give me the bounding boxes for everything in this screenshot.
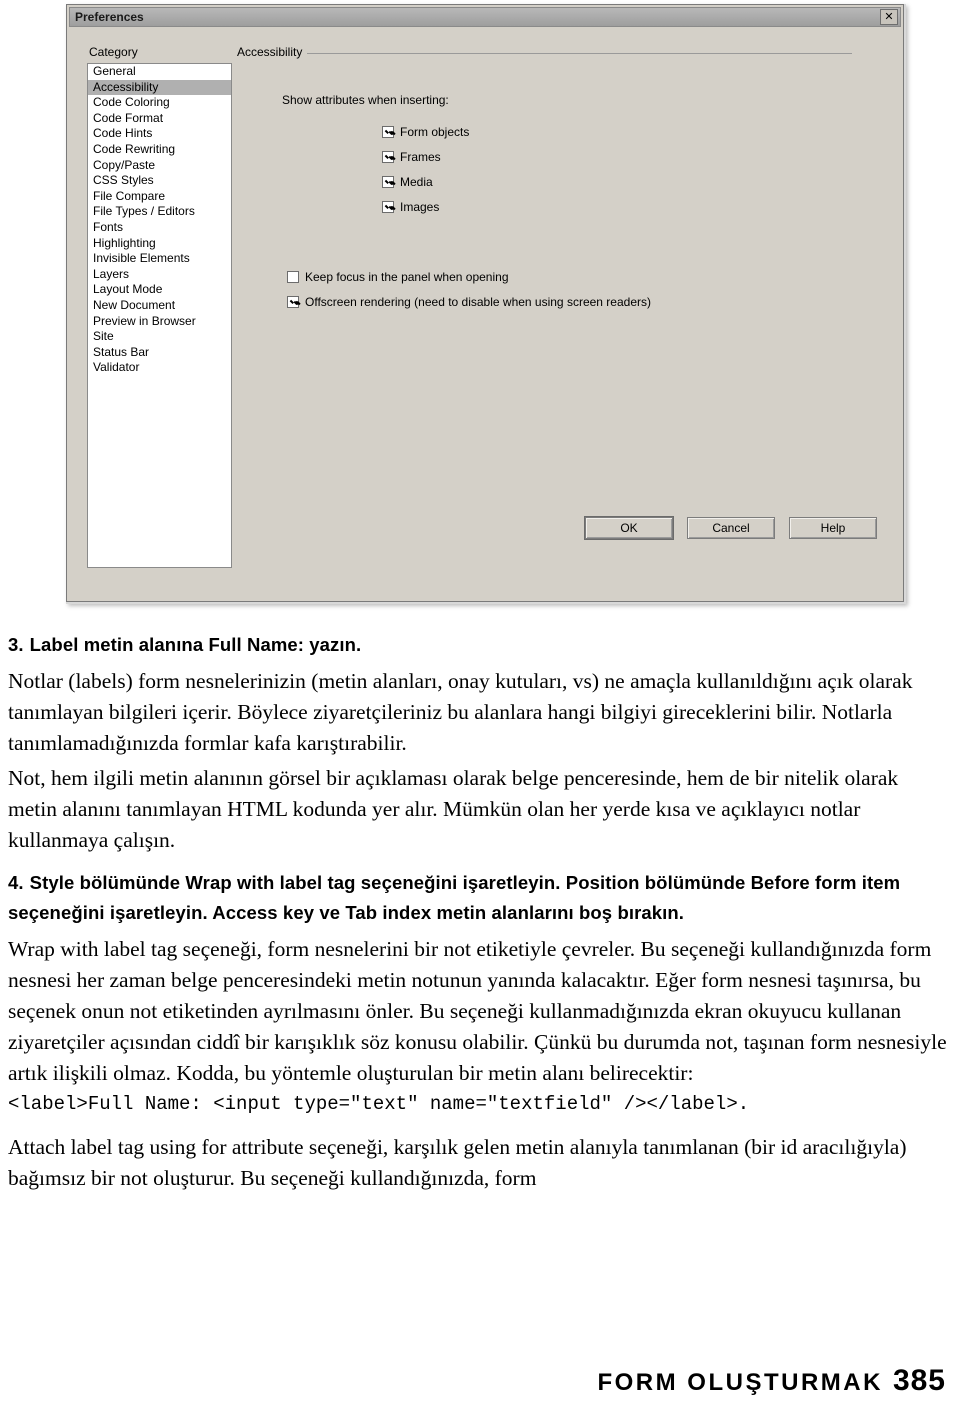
checkbox-box-icon[interactable] [382,151,394,163]
category-item-file-types-editors[interactable]: File Types / Editors [88,204,231,220]
category-item-new-document[interactable]: New Document [88,298,231,314]
category-item-css-styles[interactable]: CSS Styles [88,173,231,189]
page-number: 385 [892,1364,946,1397]
dialog-titlebar: Preferences ✕ [69,7,901,27]
step-4-text: Style bölümünde Wrap with label tag seçe… [8,872,901,923]
checkbox-box-icon[interactable] [287,296,299,308]
checkbox-label: Media [400,175,433,189]
accessibility-panel: Show attributes when inserting: Form obj… [282,65,857,565]
category-item-site[interactable]: Site [88,329,231,345]
preferences-screenshot: Preferences ✕ Category Accessibility Gen… [66,4,906,604]
category-item-highlighting[interactable]: Highlighting [88,236,231,252]
checkbox-box-icon[interactable] [382,201,394,213]
category-item-general[interactable]: General [88,64,231,80]
paragraph-3: Wrap with label tag seçeneği, form nesne… [8,937,947,1085]
step-3-heading: 3. Label metin alanına Full Name: yazın. [8,630,952,660]
preferences-dialog: Preferences ✕ Category Accessibility Gen… [66,4,904,602]
category-list[interactable]: General Accessibility Code Coloring Code… [87,63,232,568]
category-item-accessibility[interactable]: Accessibility [88,79,231,96]
category-item-invisible-elements[interactable]: Invisible Elements [88,251,231,267]
checkbox-keep-focus[interactable]: Keep focus in the panel when opening [287,270,509,284]
category-item-file-compare[interactable]: File Compare [88,189,231,205]
footer-title: FORM OLUŞTURMAK [597,1369,883,1396]
paragraph-2: Not, hem ilgili metin alanının görsel bi… [8,766,899,852]
checkbox-label: Form objects [400,125,470,139]
category-item-code-rewriting[interactable]: Code Rewriting [88,142,231,158]
checkbox-frames[interactable]: Frames [382,150,441,164]
checkbox-box-icon[interactable] [382,126,394,138]
checkbox-label: Images [400,200,440,214]
category-item-layers[interactable]: Layers [88,267,231,283]
checkbox-label: Offscreen rendering (need to disable whe… [305,295,651,309]
close-icon[interactable]: ✕ [880,9,898,25]
step-3-text: Label metin alanına Full Name: yazın. [29,634,362,655]
panel-divider [307,53,852,54]
checkbox-box-icon[interactable] [382,176,394,188]
cancel-button[interactable]: Cancel [687,517,775,539]
checkbox-label: Frames [400,150,441,164]
panel-label: Accessibility [237,45,303,59]
step-4-number: 4. [8,872,24,893]
page-content: 3. Label metin alanına Full Name: yazın. … [8,630,952,1198]
category-item-code-format[interactable]: Code Format [88,111,231,127]
paragraph-4: Attach label tag using for attribute seç… [8,1135,907,1190]
checkbox-form-objects[interactable]: Form objects [382,125,469,139]
category-item-fonts[interactable]: Fonts [88,220,231,236]
code-snippet: <label>Full Name: <input type="text" nam… [8,1093,750,1115]
dialog-title: Preferences [75,10,144,24]
help-button[interactable]: Help [789,517,877,539]
ok-button[interactable]: OK [585,517,673,539]
show-attributes-label: Show attributes when inserting: [282,93,449,107]
category-item-preview-in-browser[interactable]: Preview in Browser [88,314,231,330]
step-3-number: 3. [8,634,24,655]
category-item-code-hints[interactable]: Code Hints [88,126,231,142]
checkbox-label: Keep focus in the panel when opening [305,270,509,284]
page-footer: FORM OLUŞTURMAK 385 [597,1364,946,1398]
category-label: Category [89,45,138,59]
category-item-validator[interactable]: Validator [88,360,231,376]
step-4-heading: 4. Style bölümünde Wrap with label tag se… [8,868,952,928]
checkbox-images[interactable]: Images [382,200,439,214]
category-item-status-bar[interactable]: Status Bar [88,345,231,361]
checkbox-offscreen-rendering[interactable]: Offscreen rendering (need to disable whe… [287,295,651,309]
category-item-code-coloring[interactable]: Code Coloring [88,95,231,111]
category-item-copy-paste[interactable]: Copy/Paste [88,158,231,174]
checkbox-box-icon[interactable] [287,271,299,283]
category-item-layout-mode[interactable]: Layout Mode [88,282,231,298]
checkbox-media[interactable]: Media [382,175,433,189]
paragraph-1: Notlar (labels) form nesnelerinizin (met… [8,669,913,755]
